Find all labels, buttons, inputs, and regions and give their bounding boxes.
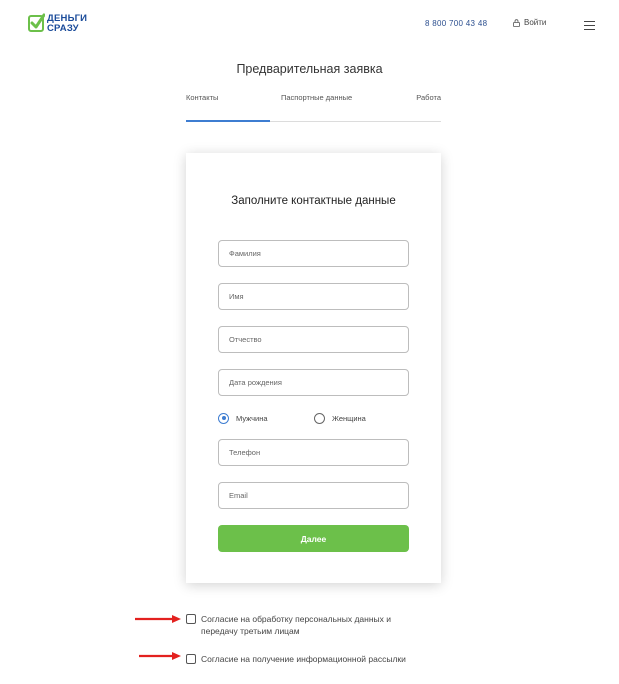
gender-option-male[interactable]: Мужчина	[218, 411, 268, 425]
site-header: ДЕНЬГИ СРАЗУ 8 800 700 43 48 Войти	[0, 0, 619, 50]
login-link[interactable]: Войти	[513, 18, 546, 27]
gender-male-label: Мужчина	[236, 413, 268, 423]
consent-newsletter-checkbox[interactable]	[186, 654, 196, 664]
annotation-arrow-icon	[139, 652, 181, 660]
header-phone[interactable]: 8 800 700 43 48	[425, 19, 487, 28]
gender-option-female[interactable]: Женщина	[314, 411, 366, 425]
tab-work[interactable]: Работа	[416, 93, 441, 102]
phone-field	[218, 439, 409, 466]
active-tab-indicator	[186, 120, 270, 122]
middle-name-input[interactable]	[219, 327, 408, 352]
last-name-input[interactable]	[219, 241, 408, 266]
lock-icon	[513, 18, 520, 27]
logo-text: ДЕНЬГИ СРАЗУ	[47, 14, 87, 34]
annotation-arrow-icon	[135, 615, 181, 623]
birth-date-input[interactable]	[219, 370, 408, 395]
gender-female-label: Женщина	[332, 413, 366, 423]
last-name-field	[218, 240, 409, 267]
tab-passport[interactable]: Паспортные данные	[281, 93, 352, 102]
middle-name-field	[218, 326, 409, 353]
consent-personal-data-label: Согласие на обработку персональных данны…	[201, 614, 392, 636]
radio-female[interactable]	[314, 412, 325, 424]
login-label: Войти	[524, 18, 547, 27]
consent-personal-data: Согласие на обработку персональных данны…	[186, 613, 426, 637]
form-title: Заполните контактные данные	[231, 195, 396, 207]
first-name-field	[218, 283, 409, 310]
next-button[interactable]: Далее	[218, 525, 409, 552]
email-field	[218, 482, 409, 509]
first-name-input[interactable]	[219, 284, 408, 309]
consent-newsletter: Согласие на получение информационной рас…	[186, 653, 446, 665]
hamburger-menu-icon[interactable]	[584, 21, 595, 30]
contact-form-card: Заполните контактные данные Мужчина Женщ…	[186, 153, 441, 583]
logo-check-icon	[28, 13, 45, 32]
page-title: Предварительная заявка	[236, 62, 383, 76]
email-input[interactable]	[219, 483, 408, 508]
tab-contacts[interactable]: Контакты	[186, 93, 218, 102]
consent-personal-data-checkbox[interactable]	[186, 614, 196, 624]
step-tabs: Контакты Паспортные данные Работа	[186, 92, 441, 122]
logo[interactable]: ДЕНЬГИ СРАЗУ	[28, 12, 98, 36]
radio-male[interactable]	[218, 412, 229, 424]
consent-newsletter-label: Согласие на получение информационной рас…	[201, 654, 406, 664]
birth-date-field	[218, 369, 409, 396]
logo-line-2: СРАЗУ	[47, 23, 79, 34]
phone-input[interactable]	[219, 440, 408, 465]
